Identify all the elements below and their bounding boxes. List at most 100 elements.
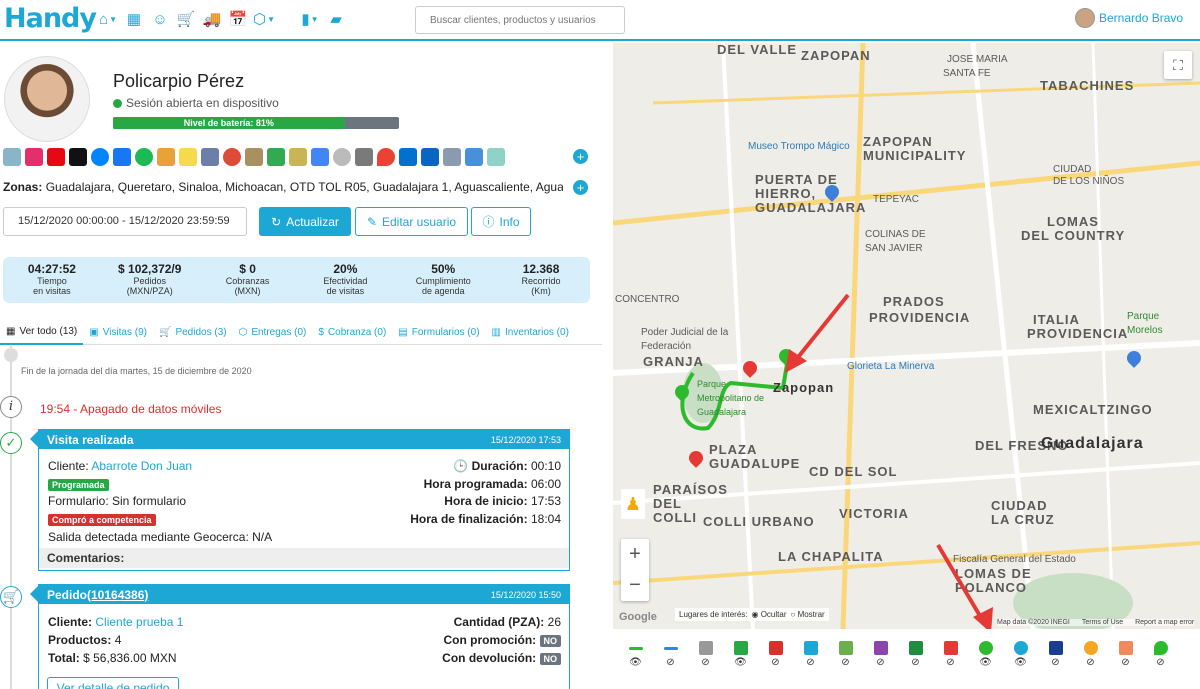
map-layer-toggles: 👁 ⊘ ⊘ 👁 ⊘ ⊘ ⊘ ⊘ ⊘ ⊘ 👁 👁 ⊘ ⊘ ⊘ ⊘ (613, 629, 1200, 689)
spotify-icon[interactable] (135, 148, 153, 166)
tab-inventories[interactable]: ▥ Inventarios (0) (486, 319, 575, 345)
edit-user-button[interactable]: ✎ Editar usuario (355, 207, 468, 236)
layer-toggle-home[interactable]: ⊘ (833, 641, 858, 669)
layer-toggle-gps[interactable]: ⊘ (658, 641, 683, 669)
chat-icon[interactable]: ▰ (323, 9, 349, 29)
layer-toggle-visit-scheduled[interactable]: ⊘ (798, 641, 823, 669)
visit-client: Cliente: Abarrote Don Juan (48, 459, 193, 473)
mail-icon[interactable] (465, 148, 483, 166)
tab-orders[interactable]: 🛒 Pedidos (3) (153, 319, 233, 345)
order-cart-icon: 🛒 (0, 586, 22, 608)
tab-collections[interactable]: $ Cobranza (0) (312, 319, 392, 345)
instagram-icon[interactable] (25, 148, 43, 166)
client-link[interactable]: Abarrote Don Juan (91, 459, 192, 473)
order-number-link[interactable]: (10164386) (87, 588, 148, 602)
layer-toggle-visit-done[interactable]: 👁 (728, 641, 753, 669)
places-show-radio[interactable]: ○ Mostrar (791, 610, 825, 619)
order-detail-button[interactable]: Ver detalle de pedido (47, 677, 179, 689)
timeline-start-dot (4, 348, 18, 362)
play-store-icon[interactable] (267, 148, 285, 166)
places-hide-radio[interactable]: ◉ Ocultar (752, 610, 787, 619)
drive-icon[interactable] (311, 148, 329, 166)
app-icon[interactable] (355, 148, 373, 166)
layer-toggle-delivery[interactable]: ⊘ (868, 641, 893, 669)
app-icon[interactable] (487, 148, 505, 166)
map-label: MEXICALTZINGO (1033, 402, 1153, 417)
route-map[interactable]: DEL VALLE ZAPOPAN TABACHINES JOSE MARIA … (613, 43, 1200, 629)
facebook-icon[interactable] (113, 148, 131, 166)
shield-icon[interactable] (443, 148, 461, 166)
layer-toggle-store[interactable]: ⊘ (1043, 641, 1068, 669)
truck-icon[interactable]: 🚚 (199, 9, 225, 29)
layer-toggle-vehicle[interactable]: ⊘ (938, 641, 963, 669)
calendar-icon[interactable]: 📅 (225, 9, 251, 29)
street-view-pegman-icon[interactable]: ♟ (621, 489, 645, 519)
layer-toggle-heatmap[interactable]: ⊘ (1113, 641, 1138, 669)
map-label: Parque Metropolitano de Guadalajara (697, 379, 765, 417)
report-error-link[interactable]: Report a map error (1135, 619, 1194, 626)
box-icon[interactable]: ⬡ ▼ (251, 9, 277, 29)
visit-end-time: Hora de finalización: 18:04 (410, 512, 561, 526)
dashboard-icon[interactable]: ▦ (121, 9, 147, 29)
cart-icon[interactable]: 🛒 (173, 9, 199, 29)
add-app-button[interactable]: + (573, 149, 588, 164)
user-name: Bernardo Bravo (1099, 11, 1184, 25)
car-icon (943, 641, 958, 655)
layer-toggle-alert[interactable]: ⊘ (1078, 641, 1103, 669)
terms-link[interactable]: Terms of Use (1082, 619, 1123, 626)
layer-toggle-route[interactable]: 👁 (623, 641, 648, 669)
eye-off-icon: ⊘ (1086, 657, 1095, 668)
walmart-icon[interactable] (399, 148, 417, 166)
visit-card: Visita realizada 15/12/2020 17:53 Cliente… (30, 429, 570, 571)
layer-toggle-pending[interactable]: ⊘ (693, 641, 718, 669)
order-client-link[interactable]: Cliente prueba 1 (95, 615, 183, 629)
layer-toggle-form[interactable]: ⊘ (903, 641, 928, 669)
eye-icon: 👁 (979, 657, 992, 668)
session-label: Sesión abierta en dispositivo (126, 96, 279, 110)
zoom-out-button[interactable]: − (621, 570, 649, 601)
map-label: ZAPOPAN (801, 48, 871, 63)
layer-toggle-visit-cancel[interactable]: ⊘ (763, 641, 788, 669)
layer-toggle-location[interactable]: ⊘ (1148, 641, 1173, 669)
info-button[interactable]: ⓘ Info (471, 207, 531, 236)
mobile-data-off-event: 19:54 - Apagado de datos móviles (40, 402, 222, 416)
app-icon[interactable] (3, 148, 21, 166)
visit-scheduled-time: Hora programada: 06:00 (423, 477, 561, 491)
order-promotion: Con promoción: NO (444, 633, 561, 647)
map-label: DE LOS NIÑOS (1053, 176, 1125, 187)
maps-icon[interactable] (377, 148, 395, 166)
clients-icon[interactable]: ☺ (147, 9, 173, 29)
tab-forms[interactable]: ▤ Formularios (0) (392, 319, 485, 345)
chart-icon[interactable]: ▮ ▼ (297, 9, 323, 29)
eye-off-icon: ⊘ (701, 657, 710, 668)
layer-toggle-client[interactable]: 👁 (1008, 641, 1033, 669)
user-menu[interactable]: Bernardo Bravo (1075, 8, 1200, 28)
home-icon[interactable]: ⌂ ▼ (95, 9, 121, 29)
tab-visits[interactable]: ▣ Visitas (9) (83, 319, 153, 345)
layer-toggle-client-visited[interactable]: 👁 (973, 641, 998, 669)
zoom-in-button[interactable]: + (621, 539, 649, 570)
map-label: COLLI URBANO (703, 514, 815, 529)
add-zone-button[interactable]: + (573, 180, 588, 195)
handy-logo[interactable]: Handy (4, 3, 97, 34)
tiktok-icon[interactable] (69, 148, 87, 166)
keep-icon[interactable] (179, 148, 197, 166)
messenger-icon[interactable] (91, 148, 109, 166)
update-button[interactable]: ↻ Actualizar (259, 207, 351, 236)
tab-all[interactable]: ▦ Ver todo (13) (0, 319, 84, 345)
search-input[interactable] (415, 6, 625, 34)
fullscreen-button[interactable]: ⛶ (1164, 51, 1192, 79)
app-icon[interactable] (333, 148, 351, 166)
linkedin-icon[interactable] (421, 148, 439, 166)
chrome-icon[interactable] (223, 148, 241, 166)
netflix-icon[interactable] (47, 148, 65, 166)
app-icon[interactable] (201, 148, 219, 166)
app-icon[interactable] (245, 148, 263, 166)
date-range-input[interactable]: 15/12/2020 00:00:00 - 15/12/2020 23:59:5… (3, 207, 247, 236)
visit-header: Visita realizada 15/12/2020 17:53 (39, 430, 569, 449)
app-icon[interactable] (289, 148, 307, 166)
order-return: Con devolución: NO (442, 651, 561, 665)
tab-deliveries[interactable]: ⬡ Entregas (0) (233, 319, 313, 345)
map-label: JOSE MARIA (947, 54, 1008, 65)
gallery-icon[interactable] (157, 148, 175, 166)
